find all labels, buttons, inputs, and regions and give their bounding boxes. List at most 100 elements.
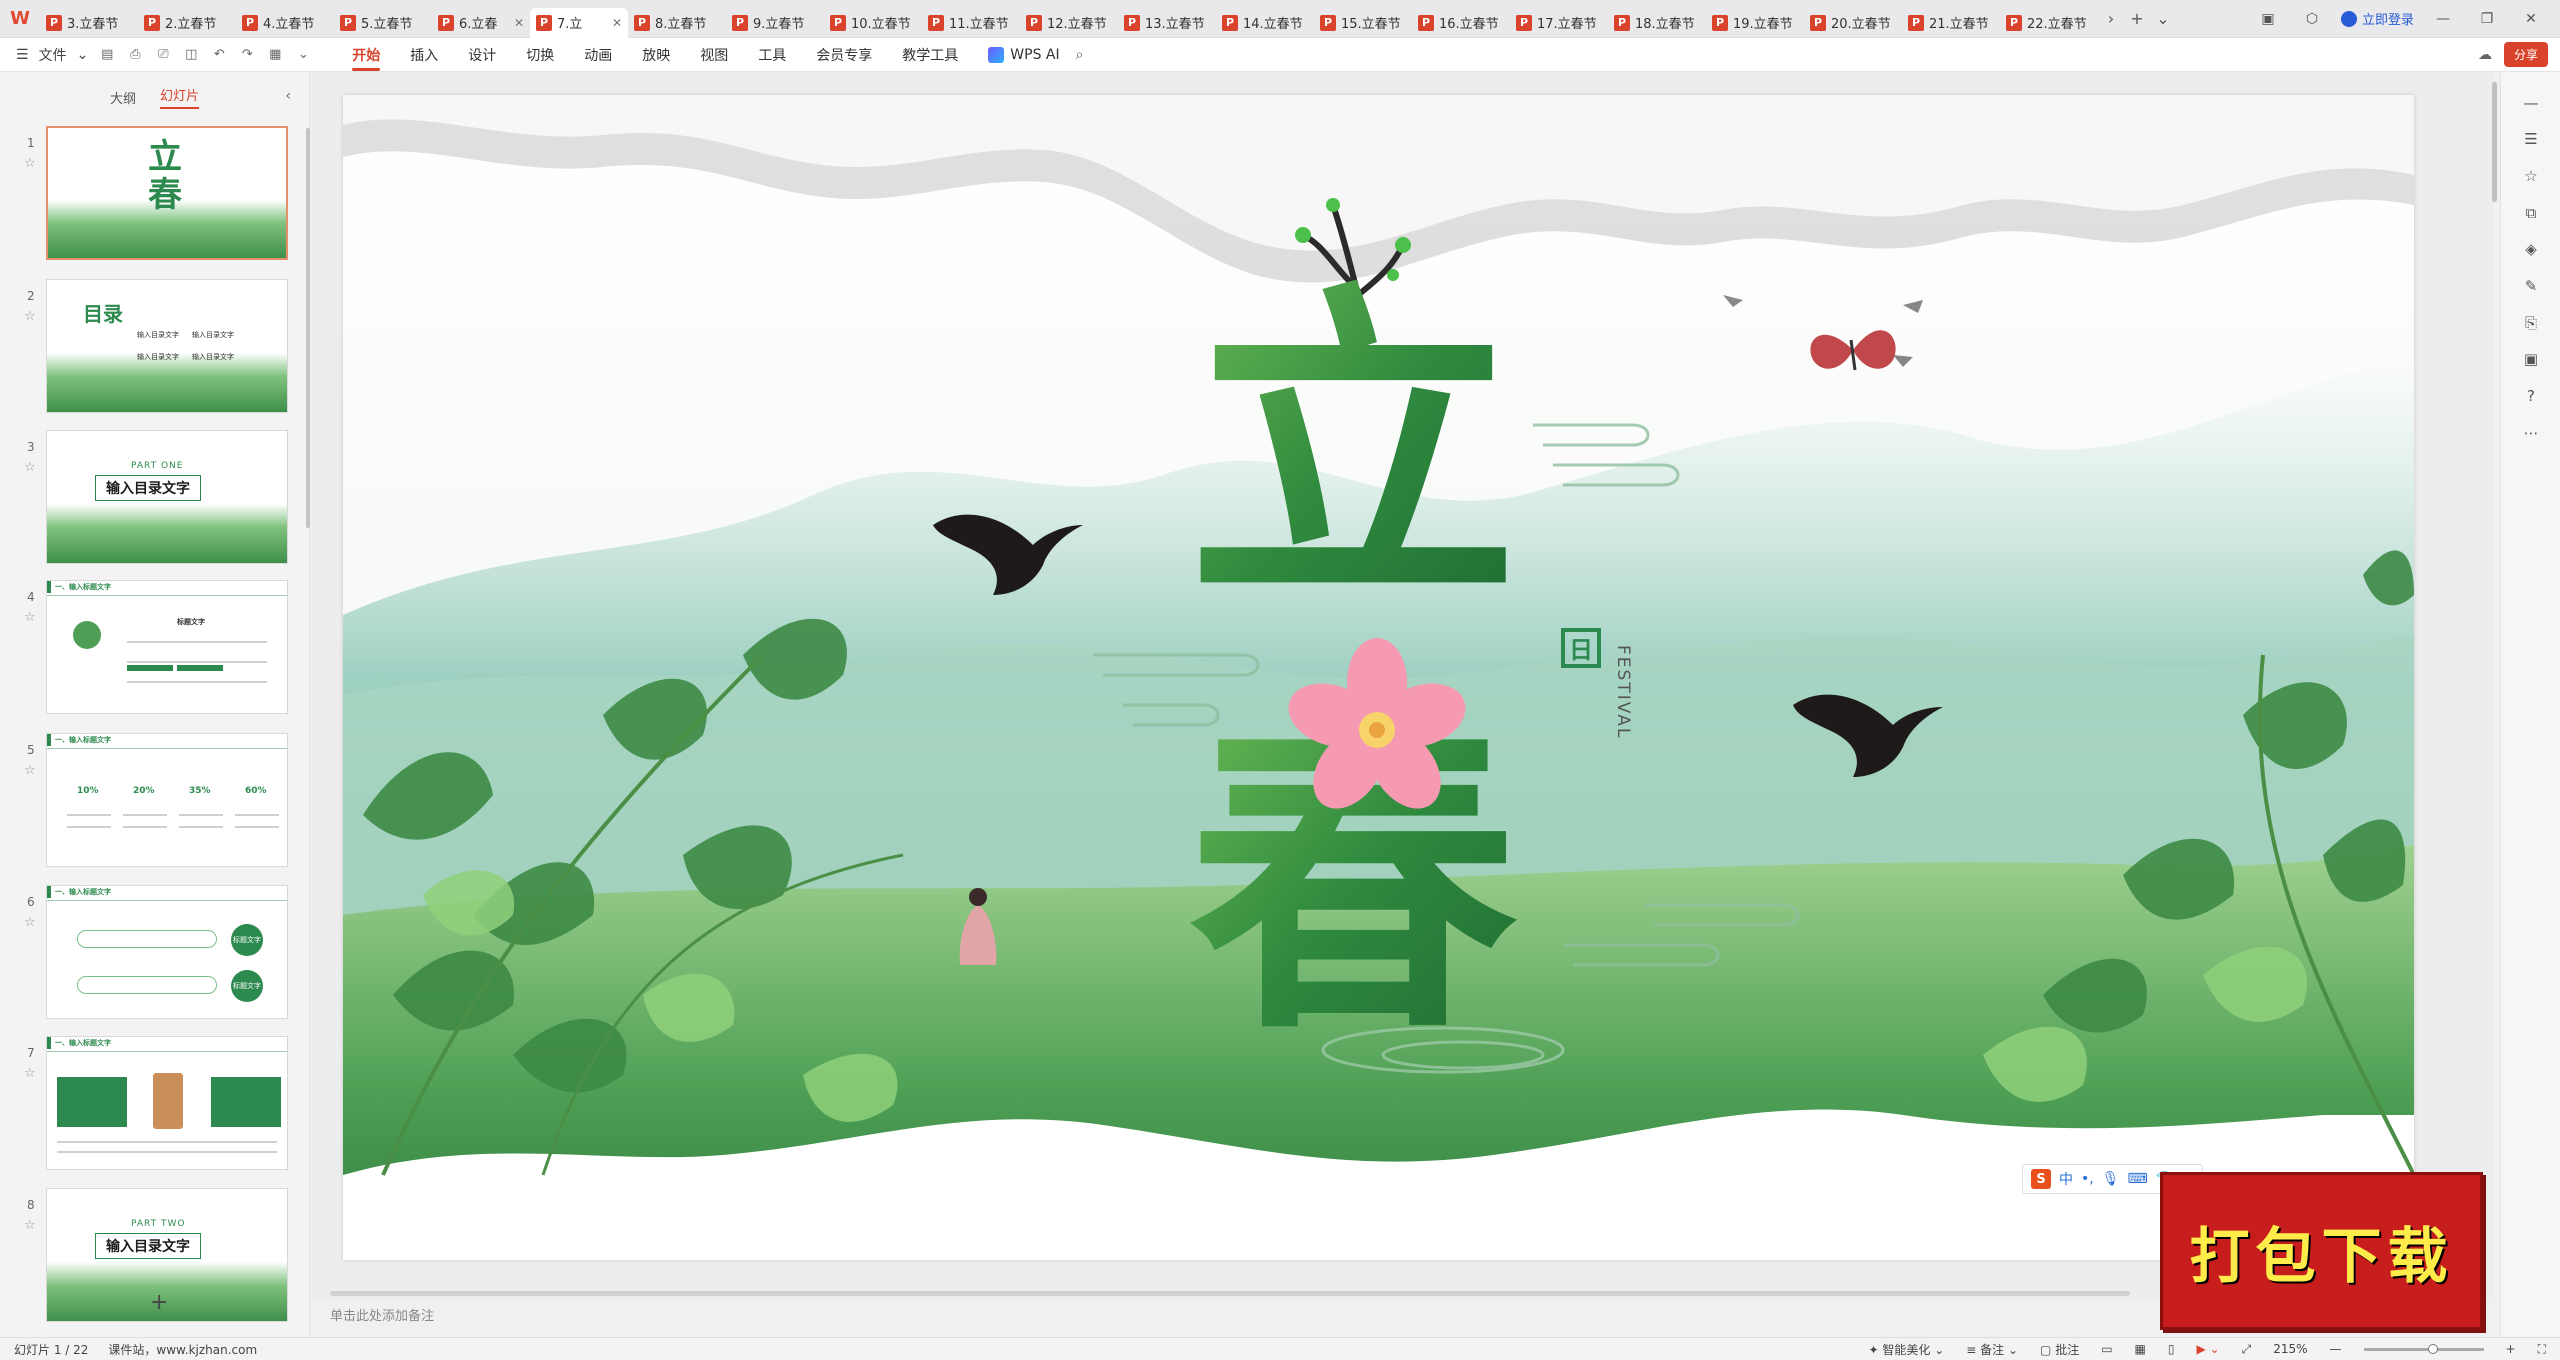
chevron-down-icon[interactable]: ⌄ [77,47,89,63]
print-icon[interactable]: ⎚ [154,46,172,64]
document-tab[interactable]: P 2.立春节 [138,8,236,38]
login-button[interactable]: 立即登录 [2340,9,2414,28]
favorite-star-icon[interactable]: ☆ [24,763,36,778]
punctuation-icon[interactable]: •, [2081,1171,2094,1187]
zoom-slider[interactable] [2363,1343,2484,1354]
book-icon[interactable]: ⎘ [2521,314,2541,334]
fullscreen-icon[interactable]: ⛶ [2538,1342,2546,1357]
fit-window-icon[interactable]: ⤢ [2242,1342,2252,1357]
collapse-panel-icon[interactable]: ‹ [285,88,291,104]
canvas-scrollbar[interactable] [2489,72,2499,1302]
file-menu[interactable]: 文件 [39,45,67,65]
slide-thumbnail[interactable]: 一、输入标题文字 标题文字 标题文字 [46,885,288,1019]
document-tab[interactable]: P 13.立春节 [1118,8,1216,38]
keyboard-icon[interactable]: ⌨ [2128,1171,2148,1187]
ribbon-tab[interactable]: 会员专享 [816,39,872,71]
download-banner[interactable]: 打包下载 [2160,1172,2483,1330]
document-tab[interactable]: P 8.立春节 [628,8,726,38]
tab-list-icon[interactable]: ⌄ [2150,5,2176,33]
zoom-out-icon[interactable]: — [2330,1342,2342,1356]
restore-icon[interactable]: ❐ [2472,11,2502,27]
zoom-in-icon[interactable]: + [2506,1342,2516,1356]
star-icon[interactable]: ☆ [2521,167,2541,187]
slide-thumbnail[interactable]: PART ONE 输入目录文字 [46,430,288,564]
save-icon[interactable]: ▤ [98,46,116,64]
zoom-level[interactable]: 215% [2273,1342,2307,1356]
favorite-star-icon[interactable]: ☆ [24,610,36,625]
favorite-star-icon[interactable]: ☆ [24,915,36,930]
more-chevron-icon[interactable]: ⌄ [294,46,312,64]
preview-icon[interactable]: ◫ [182,46,200,64]
format-painter-icon[interactable]: ▦ [266,46,284,64]
close-tab-icon[interactable]: ✕ [612,16,622,30]
document-tab[interactable]: P 6.立春 ✕ [432,8,530,38]
notes-placeholder[interactable]: 单击此处添加备注 [330,1305,434,1324]
slide-thumbnail[interactable]: 一、输入标题文字 10% 20% 35% 60% [46,733,288,867]
document-tab[interactable]: P 7.立 ✕ [530,7,628,38]
slides-tab[interactable]: 幻灯片 [160,85,200,109]
copy-icon[interactable]: ⧉ [2521,204,2541,224]
microphone-icon[interactable]: 🎙 [2102,1171,2120,1187]
box-icon[interactable]: ⬡ [2297,11,2327,27]
more-icon[interactable]: ⋯ [2521,424,2541,444]
document-tab[interactable]: P 21.立春节 [1902,8,2000,38]
layout-icon[interactable]: ▣ [2253,11,2283,27]
close-window-icon[interactable]: ✕ [2516,11,2546,27]
wps-logo-icon[interactable]: W [0,0,40,38]
zoom-slider-handle[interactable] [2428,1343,2439,1354]
ribbon-tab[interactable]: 工具 [758,39,786,71]
document-tab[interactable]: P 15.立春节 [1314,8,1412,38]
comments-button[interactable]: ▢ 批注 [2040,1341,2079,1358]
document-tab[interactable]: P 12.立春节 [1020,8,1118,38]
ribbon-tab[interactable]: 开始 [352,39,381,71]
site-label[interactable]: 课件站，www.kjzhan.com [108,1341,257,1358]
pin-icon[interactable] [2521,32,2541,52]
cloud-sync-icon[interactable]: ☁ [2478,47,2492,63]
document-tab[interactable]: P 20.立春节 [1804,8,1902,38]
new-tab-icon[interactable]: + [2124,5,2150,33]
slide-thumbnail[interactable]: 立春 [46,126,288,260]
document-tab[interactable]: P 14.立春节 [1216,8,1314,38]
grid-view-icon[interactable]: ▦ [2135,1342,2146,1356]
help-icon[interactable]: ? [2521,387,2541,407]
animation-icon[interactable]: ◈ [2521,240,2541,260]
ribbon-tab[interactable]: 动画 [584,39,612,71]
document-tab[interactable]: P 3.立春节 [40,8,138,38]
document-tab[interactable]: P 9.立春节 [726,8,824,38]
tab-scroll-right-icon[interactable]: › [2098,5,2124,33]
slide-thumbnail[interactable]: 一、输入标题文字 标题文字 [46,580,288,714]
undo-icon[interactable]: ↶ [210,46,228,64]
document-tab[interactable]: P 16.立春节 [1412,8,1510,38]
smart-beautify-button[interactable]: ✦ 智能美化 ⌄ [1869,1341,1945,1358]
layers-icon[interactable]: ▣ [2521,350,2541,370]
minimize-icon[interactable]: — [2428,11,2458,27]
add-slide-button[interactable]: + [150,1290,168,1315]
property-icon[interactable]: ☰ [2521,130,2541,150]
document-tab[interactable]: P 22.立春节 [2000,8,2098,38]
favorite-star-icon[interactable]: ☆ [24,460,36,475]
ribbon-tab[interactable]: 设计 [468,39,496,71]
export-icon[interactable]: ⎙ [126,46,144,64]
hamburger-icon[interactable]: ☰ [16,47,29,63]
document-tab[interactable]: P 19.立春节 [1706,8,1804,38]
document-tab[interactable]: P 4.立春节 [236,8,334,38]
horizontal-scrollbar[interactable] [330,1291,2130,1296]
document-tab[interactable]: P 17.立春节 [1510,8,1608,38]
document-tab[interactable]: P 5.立春节 [334,8,432,38]
ime-mode[interactable]: 中 [2059,1169,2073,1189]
panel-scrollbar[interactable] [306,128,310,528]
slide-thumbnail[interactable]: 目录 输入目录文字 输入目录文字 输入目录文字 输入目录文字 [46,279,288,413]
redo-icon[interactable]: ↷ [238,46,256,64]
document-tab[interactable]: P 18.立春节 [1608,8,1706,38]
favorite-star-icon[interactable]: ☆ [24,1066,36,1081]
slide-thumbnail[interactable]: 一、输入标题文字 [46,1036,288,1170]
ribbon-tab[interactable]: 切换 [526,39,554,71]
wps-ai-button[interactable]: WPS AI [988,46,1060,63]
search-icon[interactable]: ⌕ [1076,47,1084,63]
normal-view-icon[interactable]: ▭ [2101,1342,2112,1356]
minus-icon[interactable]: — [2521,94,2541,114]
close-tab-icon[interactable]: ✕ [514,16,524,30]
main-slide[interactable]: 立 春 日 FESTIVAL [343,95,2414,1260]
tool-icon[interactable]: ✎ [2521,277,2541,297]
ribbon-tab[interactable]: 视图 [700,39,728,71]
